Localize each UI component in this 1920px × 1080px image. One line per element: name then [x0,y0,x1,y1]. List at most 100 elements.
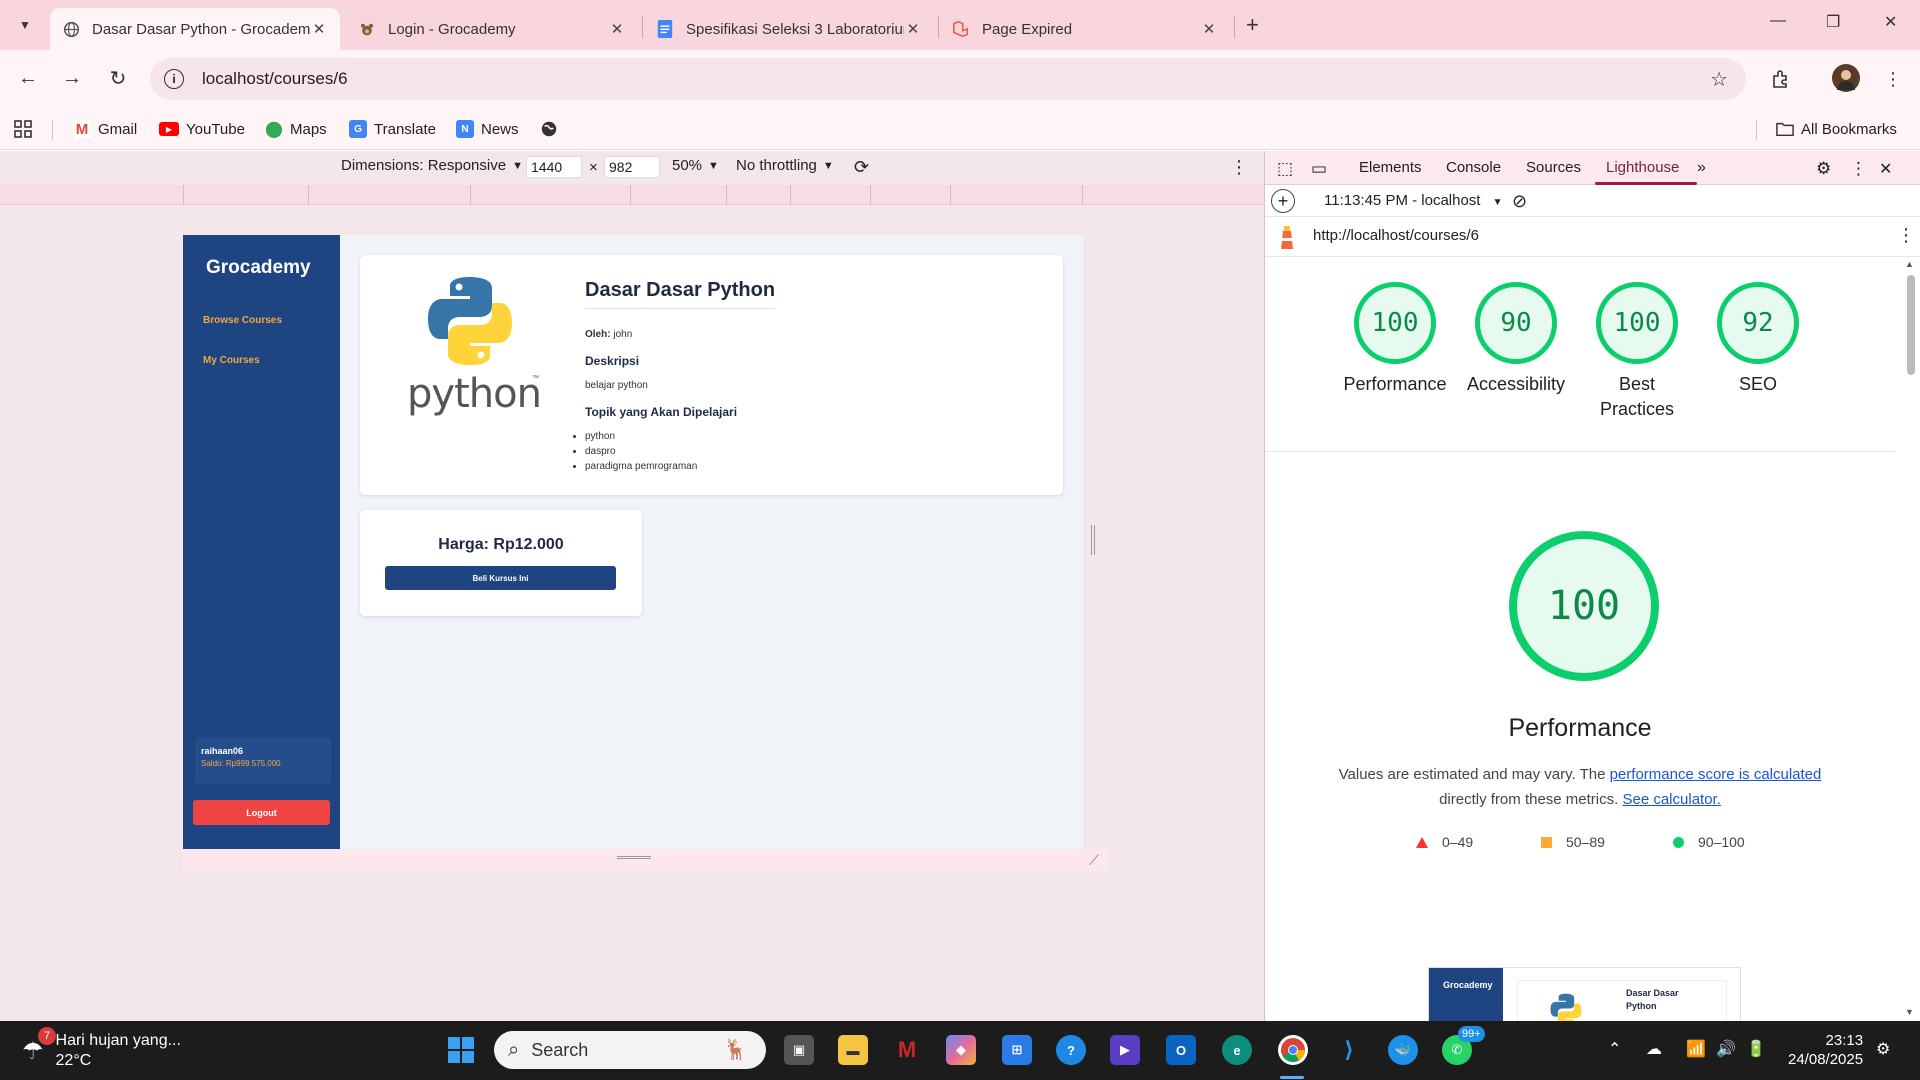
report-menu-icon[interactable]: ⋮ [1897,225,1915,246]
performance-score-link[interactable]: performance score is calculated [1610,766,1822,783]
gauge-accessibility[interactable]: 90 Accessibility [1459,282,1573,397]
clear-reports-icon[interactable]: ⊘ [1512,191,1527,212]
gauge-performance[interactable]: 100 Performance [1338,282,1452,397]
notification-icon[interactable]: ⚙ [1876,1039,1890,1059]
resize-corner-icon[interactable]: ⟋ [1089,852,1099,869]
clipchamp-icon[interactable]: ▶ [1110,1035,1140,1065]
tab-elements[interactable]: Elements [1359,159,1422,176]
tab-login[interactable]: Login - Grocademy ✕ [346,8,638,50]
file-explorer-icon[interactable]: ▬ [838,1035,868,1065]
profile-avatar[interactable] [1832,64,1860,92]
dimensions-select[interactable]: Dimensions: Responsive ▼ [341,157,523,174]
microsoft-store-icon[interactable]: ⊞ [1002,1035,1032,1065]
taskbar-search[interactable]: ⌕ Search 🦌 [494,1031,766,1069]
tab-dasar-dasar-python[interactable]: Dasar Dasar Python - Grocademy ✕ [50,8,340,50]
clock[interactable]: 23:13 24/08/2025 [1788,1031,1863,1069]
site-info-icon[interactable]: i [164,69,184,89]
wifi-icon[interactable]: 📶 [1686,1039,1706,1059]
back-icon[interactable]: ← [14,64,42,92]
device-toolbar: Dimensions: Responsive ▼ 1440 × 982 50% … [0,151,1264,185]
gauge-best-practices[interactable]: 100 Best Practices [1580,282,1694,422]
scroll-down-icon[interactable]: ▼ [1905,1007,1914,1017]
close-tab-icon[interactable]: ✕ [310,20,328,38]
tab-lighthouse[interactable]: Lighthouse [1606,159,1679,176]
task-view-icon[interactable]: ▣ [784,1035,814,1065]
close-tab-icon[interactable]: ✕ [608,20,626,38]
close-tab-icon[interactable]: ✕ [1200,20,1218,38]
inspect-element-icon[interactable]: ⬚ [1277,159,1293,179]
close-window-icon[interactable]: ✕ [1884,12,1897,32]
logout-button[interactable]: Logout [193,800,330,825]
apps-grid-icon[interactable] [14,116,32,142]
app-brand[interactable]: Grocademy [206,257,311,279]
tab-sources[interactable]: Sources [1526,159,1581,176]
reload-icon[interactable]: ↻ [104,64,132,92]
tab-console[interactable]: Console [1446,159,1501,176]
all-bookmarks[interactable]: All Bookmarks [1776,116,1897,142]
price-card: Harga: Rp12.000 Beli Kursus Ini [360,510,642,616]
vscode-icon[interactable]: ⟩ [1334,1035,1364,1065]
outlook-icon[interactable]: O [1166,1035,1196,1065]
height-input[interactable]: 982 [604,156,660,178]
volume-icon[interactable]: 🔊 [1716,1039,1736,1059]
bookmark-maps[interactable]: ⬤ Maps [265,116,327,142]
nav-my-courses[interactable]: My Courses [203,355,260,366]
close-devtools-icon[interactable]: ✕ [1879,159,1892,179]
device-toggle-icon[interactable]: ▭ [1311,159,1327,179]
forward-icon[interactable]: → [58,64,86,92]
course-description: belajar python [585,380,648,391]
windows-start-icon[interactable] [446,1035,476,1065]
square-icon [1541,836,1552,848]
onedrive-icon[interactable]: ☁ [1646,1039,1662,1059]
copilot-icon[interactable]: ◆ [946,1035,976,1065]
width-input[interactable]: 1440 [526,156,582,178]
browser-menu-icon[interactable]: ⋮ [1878,64,1908,94]
resize-handle-bottom[interactable] [617,856,651,859]
bookmark-gmail[interactable]: M Gmail [73,116,137,142]
youtube-icon: ▶ [159,122,179,136]
tab-search-chevron-icon[interactable]: ▼ [10,10,40,40]
settings-gear-icon[interactable]: ⚙ [1816,159,1831,179]
see-calculator-link[interactable]: See calculator. [1622,791,1720,808]
bookmark-star-icon[interactable]: ☆ [1710,67,1728,92]
buy-course-button[interactable]: Beli Kursus Ini [385,566,616,590]
address-bar[interactable]: i localhost/courses/6 ☆ [150,58,1746,100]
more-tabs-icon[interactable]: » [1697,159,1706,177]
description-heading: Deskripsi [585,354,640,368]
section-divider [1265,451,1895,452]
chrome-icon[interactable] [1278,1035,1308,1065]
close-tab-icon[interactable]: ✕ [904,20,922,38]
rotate-icon[interactable]: ⟳ [854,157,869,178]
zoom-select[interactable]: 50% ▼ [672,157,719,174]
edge-icon[interactable]: e [1222,1035,1252,1065]
mcafee-icon[interactable]: M [892,1035,922,1065]
page-screenshot-thumbnail[interactable]: Grocademy Dasar Dasar Python [1428,967,1741,1021]
docker-icon[interactable]: 🐳 [1388,1035,1418,1065]
bookmark-youtube[interactable]: ▶ YouTube [159,116,245,142]
bookmark-globe[interactable] [540,116,558,142]
scroll-up-icon[interactable]: ▲ [1905,259,1914,269]
report-select[interactable]: 11:13:45 PM - localhost ▼ [1324,192,1503,209]
new-tab-icon[interactable]: + [1246,12,1259,38]
bookmark-news[interactable]: N News [456,116,519,142]
resize-handle-right[interactable] [1091,525,1095,555]
battery-icon[interactable]: 🔋 [1746,1039,1766,1059]
devtools-menu-icon[interactable]: ⋮ [1850,159,1867,179]
bookmark-translate[interactable]: G Translate [349,116,436,142]
minimize-icon[interactable]: — [1770,12,1786,30]
throttling-select[interactable]: No throttling ▼ [736,157,834,174]
new-report-icon[interactable]: + [1271,189,1295,213]
nav-browse-courses[interactable]: Browse Courses [203,315,282,326]
extensions-icon[interactable] [1766,64,1796,94]
dropdown-arrow-icon: ▼ [822,159,834,172]
tab-page-expired[interactable]: Page Expired ✕ [940,8,1230,50]
tab-spesifikasi[interactable]: Spesifikasi Seleksi 3 Laboratorium ✕ [644,8,934,50]
active-app-indicator [1280,1076,1304,1079]
device-more-icon[interactable]: ⋮ [1230,157,1248,178]
restore-icon[interactable]: ❐ [1826,12,1840,32]
get-help-icon[interactable]: ? [1056,1035,1086,1065]
tray-overflow-icon[interactable]: ⌃ [1608,1039,1621,1059]
gauge-seo[interactable]: 92 SEO [1701,282,1815,397]
scroll-thumb[interactable] [1907,275,1915,375]
report-scrollbar[interactable]: ▲ ▼ [1903,259,1917,1019]
